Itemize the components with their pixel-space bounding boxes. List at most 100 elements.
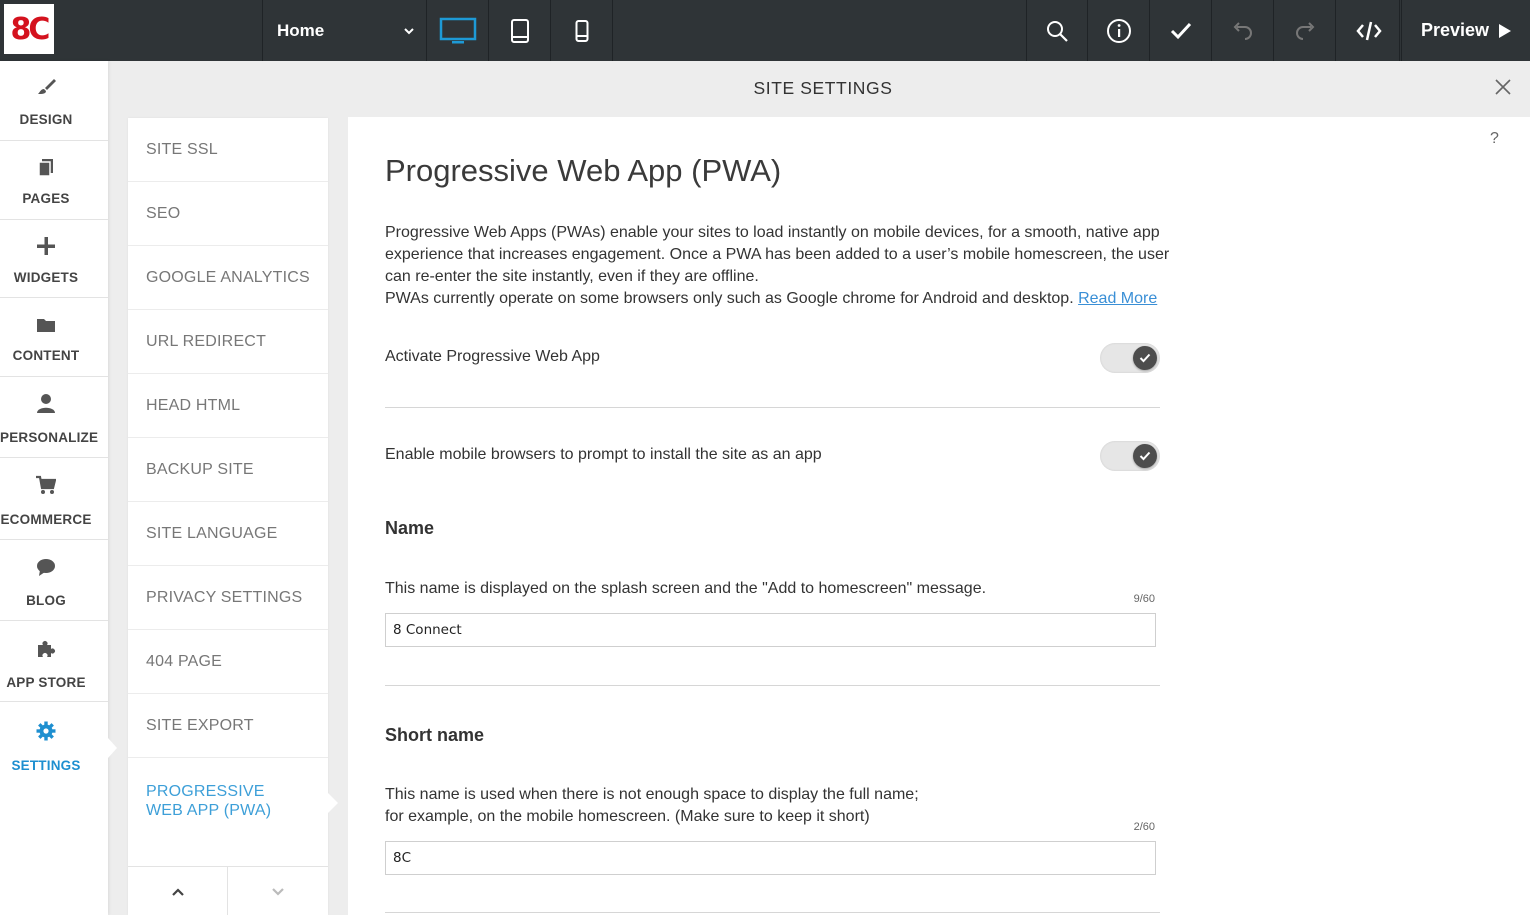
nav-item-label: WIDGETS <box>13 270 79 285</box>
plus-icon <box>37 237 55 255</box>
mobile-icon <box>575 19 588 42</box>
settings-menu: SITE SSL SEO GOOGLE ANALYTICS URL REDIRE… <box>128 118 328 915</box>
publish-button[interactable] <box>1150 0 1212 61</box>
menu-item-pwa[interactable]: PROGRESSIVE WEB APP (PWA) <box>128 758 298 848</box>
nav-item-app-store[interactable]: APP STORE <box>0 621 108 702</box>
nav-item-ecommerce[interactable]: ECOMMERCE <box>0 458 108 540</box>
scroll-up-button[interactable] <box>128 867 228 915</box>
check-icon <box>1139 353 1151 363</box>
name-char-counter: 9/60 <box>1133 593 1155 605</box>
folder-icon <box>37 319 55 332</box>
page-selector[interactable]: Home <box>262 0 427 61</box>
desktop-icon <box>439 17 476 43</box>
menu-item-url-redirect[interactable]: URL REDIRECT <box>128 310 328 374</box>
preview-label: Preview <box>1421 20 1490 40</box>
redo-icon <box>1295 21 1314 40</box>
puzzle-icon <box>38 641 55 657</box>
gear-icon <box>36 721 56 741</box>
left-navigation: DESIGN PAGES WIDGETS CONTENT PERSONALIZE… <box>0 61 108 915</box>
menu-scroll-controls <box>128 866 328 915</box>
info-button[interactable] <box>1088 0 1150 61</box>
mobile-view-button[interactable] <box>551 0 613 61</box>
pages-icon <box>38 159 53 177</box>
activate-pwa-label: Activate Progressive Web App <box>385 348 600 365</box>
active-nav-pointer <box>108 738 117 758</box>
nav-item-label: BLOG <box>26 593 66 608</box>
short-name-char-counter: 2/60 <box>1133 821 1155 833</box>
install-prompt-toggle[interactable] <box>1100 441 1160 471</box>
toggle-knob <box>1133 444 1157 468</box>
desktop-view-button[interactable] <box>427 0 489 61</box>
menu-item-google-analytics[interactable]: GOOGLE ANALYTICS <box>128 246 328 310</box>
chevron-up-icon <box>171 887 184 896</box>
name-section-title: Name <box>385 518 435 538</box>
nav-item-label: APP STORE <box>6 675 86 690</box>
intro-note-text: PWAs currently operate on some browsers … <box>385 290 1074 307</box>
chevron-down-icon <box>404 28 414 35</box>
activate-pwa-toggle[interactable] <box>1100 343 1160 373</box>
name-description: This name is displayed on the splash scr… <box>385 580 987 597</box>
toggle-knob <box>1133 346 1157 370</box>
menu-item-site-export[interactable]: SITE EXPORT <box>128 694 328 758</box>
close-icon[interactable] <box>1494 78 1512 96</box>
menu-item-seo[interactable]: SEO <box>128 182 328 246</box>
cart-icon <box>36 475 56 494</box>
short-name-section-title: Short name <box>385 725 485 745</box>
info-icon <box>1106 18 1131 43</box>
person-icon <box>37 394 55 413</box>
nav-item-label: DESIGN <box>19 112 73 127</box>
nav-item-pages[interactable]: PAGES <box>0 141 108 220</box>
nav-item-widgets[interactable]: WIDGETS <box>0 220 108 298</box>
code-icon <box>1355 21 1382 40</box>
check-icon <box>1139 451 1151 461</box>
short-name-input[interactable] <box>385 841 1156 875</box>
read-more-link[interactable]: Read More <box>1078 290 1157 307</box>
preview-button[interactable]: Preview <box>1401 0 1530 61</box>
search-button[interactable] <box>1026 0 1088 61</box>
check-icon <box>1170 22 1191 39</box>
menu-item-privacy-settings[interactable]: PRIVACY SETTINGS <box>128 566 328 630</box>
play-icon <box>1499 23 1512 38</box>
top-toolbar: 8C Home Preview <box>0 0 1530 61</box>
menu-item-site-ssl[interactable]: SITE SSL <box>128 118 328 182</box>
nav-item-design[interactable]: DESIGN <box>0 61 108 141</box>
nav-item-label: PERSONALIZE <box>0 430 99 445</box>
short-name-description-line: for example, on the mobile homescreen. (… <box>385 808 870 825</box>
nav-item-label: SETTINGS <box>11 758 81 773</box>
undo-icon <box>1233 21 1252 40</box>
nav-item-settings[interactable]: SETTINGS <box>0 702 108 784</box>
chevron-down-icon <box>272 887 284 896</box>
nav-item-label: CONTENT <box>12 348 80 363</box>
redo-button[interactable] <box>1274 0 1336 61</box>
tablet-view-button[interactable] <box>489 0 551 61</box>
undo-button[interactable] <box>1212 0 1274 61</box>
divider <box>385 685 1160 686</box>
nav-item-label: ECOMMERCE <box>0 512 92 527</box>
menu-item-404-page[interactable]: 404 PAGE <box>128 630 328 694</box>
code-button[interactable] <box>1338 0 1400 61</box>
menu-item-site-language[interactable]: SITE LANGUAGE <box>128 502 328 566</box>
scroll-down-button[interactable] <box>228 867 328 915</box>
name-input[interactable] <box>385 613 1156 647</box>
nav-item-label: PAGES <box>22 191 70 206</box>
tablet-icon <box>510 18 529 43</box>
nav-item-content[interactable]: CONTENT <box>0 298 108 377</box>
nav-item-personalize[interactable]: PERSONALIZE <box>0 377 108 458</box>
menu-item-head-html[interactable]: HEAD HTML <box>128 374 328 438</box>
chat-icon <box>37 559 55 576</box>
intro-text: Progressive Web Apps (PWAs) enable your … <box>385 222 1175 310</box>
nav-item-blog[interactable]: BLOG <box>0 540 108 621</box>
help-button[interactable]: ? <box>1490 130 1499 148</box>
short-name-description: This name is used when there is not enou… <box>385 784 919 828</box>
intro-note: PWAs currently operate on some browsers … <box>385 288 1175 310</box>
intro-paragraph: Progressive Web Apps (PWAs) enable your … <box>385 224 1170 285</box>
page-selector-value: Home <box>277 20 325 40</box>
menu-item-backup-site[interactable]: BACKUP SITE <box>128 438 328 502</box>
section-heading: Progressive Web App (PWA) <box>385 153 782 188</box>
search-icon <box>1047 20 1068 42</box>
logo[interactable]: 8C <box>4 4 54 54</box>
active-menu-pointer <box>328 793 338 813</box>
install-prompt-label: Enable mobile browsers to prompt to inst… <box>385 446 822 463</box>
logo-text: 8C <box>10 11 51 47</box>
page-title: SITE SETTINGS <box>753 78 893 98</box>
